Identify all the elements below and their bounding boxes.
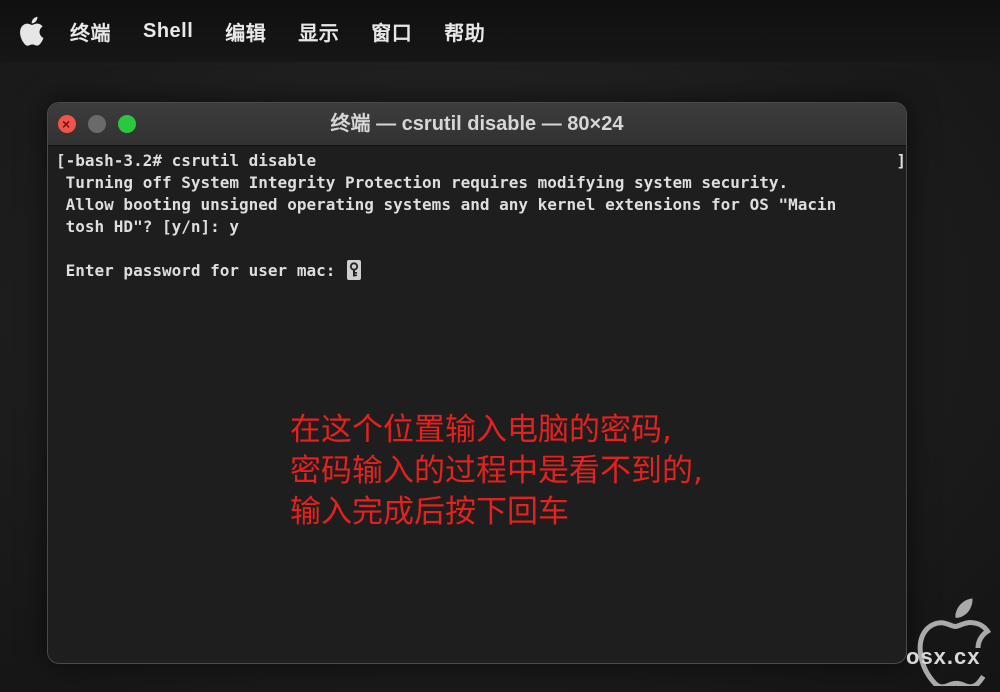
annotation-line: 密码输入的过程中是看不到的, — [290, 453, 703, 489]
apple-logo-icon[interactable] — [14, 16, 48, 46]
instruction-annotation: 在这个位置输入电脑的密码, 密码输入的过程中是看不到的, 输入完成后按下回车 — [290, 410, 703, 533]
watermark-text: osx.cx — [906, 644, 981, 669]
terminal-line: Turning off System Integrity Protection … — [56, 173, 789, 192]
menu-item-view[interactable]: 显示 — [298, 17, 339, 46]
annotation-line: 输入完成后按下回车 — [290, 494, 569, 530]
terminal-output[interactable]: [-bash-3.2# csrutil disable Turning off … — [48, 146, 906, 660]
terminal-right-bracket: ] — [896, 151, 906, 170]
menu-item-edit[interactable]: 编辑 — [225, 17, 266, 46]
menu-item-window[interactable]: 窗口 — [371, 17, 412, 46]
menu-item-terminal[interactable]: 终端 — [70, 17, 111, 46]
window-titlebar[interactable]: × 终端 — csrutil disable — 80×24 — [48, 103, 906, 146]
terminal-line: [-bash-3.2# csrutil disable — [56, 151, 317, 170]
annotation-line: 在这个位置输入电脑的密码, — [290, 412, 672, 448]
key-lock-icon[interactable] — [346, 260, 361, 280]
terminal-window: × 终端 — csrutil disable — 80×24 [-bash-3.… — [47, 102, 907, 664]
menu-item-help[interactable]: 帮助 — [444, 17, 485, 46]
menu-bar: 终端 Shell 编辑 显示 窗口 帮助 — [0, 0, 1000, 62]
window-title: 终端 — csrutil disable — 80×24 — [330, 113, 624, 135]
screen: 终端 Shell 编辑 显示 窗口 帮助 × 终端 — csrutil disa… — [0, 0, 1000, 692]
terminal-password-line: Enter password for user mac: — [56, 260, 900, 282]
watermark-apple-icon — [917, 598, 992, 686]
password-prompt: Enter password for user mac: — [56, 261, 345, 280]
terminal-line: tosh HD"? [y/n]: y — [56, 217, 240, 236]
menu-item-shell[interactable]: Shell — [143, 20, 193, 43]
terminal-line: Allow booting unsigned operating systems… — [56, 195, 837, 214]
